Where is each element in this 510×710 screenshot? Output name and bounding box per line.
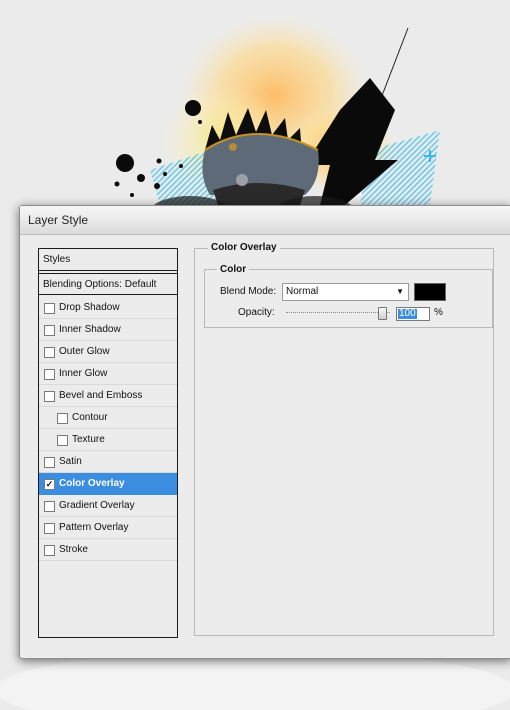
style-item-inner-glow[interactable]: Inner Glow (39, 363, 177, 385)
opacity-slider-thumb[interactable] (378, 307, 387, 320)
style-item-drop-shadow[interactable]: Drop Shadow (39, 297, 177, 319)
opacity-value: 100 (398, 308, 417, 319)
opacity-slider-track[interactable] (286, 312, 390, 313)
style-item-label: Drop Shadow (59, 302, 120, 313)
overlay-color-swatch[interactable] (414, 283, 446, 301)
checkbox[interactable] (57, 435, 68, 446)
checkbox[interactable] (57, 413, 68, 424)
style-item-label: Texture (72, 434, 105, 445)
style-item-gradient-overlay[interactable]: Gradient Overlay (39, 495, 177, 517)
checkbox[interactable] (44, 303, 55, 314)
checkbox[interactable]: ✓ (44, 479, 55, 490)
dialog-title: Layer Style (28, 213, 89, 227)
style-item-label: Satin (59, 456, 82, 467)
blend-mode-value: Normal (286, 286, 319, 297)
checkbox[interactable] (44, 347, 55, 358)
blend-mode-select[interactable]: Normal ▼ (282, 283, 409, 301)
style-item-inner-shadow[interactable]: Inner Shadow (39, 319, 177, 341)
checkbox[interactable] (44, 457, 55, 468)
section-title: Color Overlay (208, 242, 280, 253)
style-item-contour[interactable]: Contour (39, 407, 177, 429)
opacity-unit: % (434, 307, 443, 318)
blend-mode-label: Blend Mode: (220, 286, 277, 297)
style-item-satin[interactable]: Satin (39, 451, 177, 473)
layer-style-dialog: Layer Style Styles Blending Options: Def… (19, 205, 510, 659)
styles-header[interactable]: Styles (39, 249, 177, 271)
opacity-input[interactable]: 100 (396, 307, 430, 321)
style-item-label: Inner Glow (59, 368, 108, 379)
style-item-label: Stroke (59, 544, 88, 555)
checkbox[interactable] (44, 501, 55, 512)
style-item-label: Pattern Overlay (59, 522, 129, 533)
style-item-label: Contour (72, 412, 108, 423)
opacity-label: Opacity: (238, 307, 275, 318)
style-item-outer-glow[interactable]: Outer Glow (39, 341, 177, 363)
styles-list: Styles Blending Options: Default Drop Sh… (38, 248, 178, 638)
style-item-label: Outer Glow (59, 346, 110, 357)
checkbox[interactable] (44, 325, 55, 336)
chevron-down-icon: ▼ (396, 287, 404, 296)
blending-options-header[interactable]: Blending Options: Default (39, 273, 177, 295)
style-item-label: Bevel and Emboss (59, 390, 143, 401)
style-item-color-overlay[interactable]: ✓ Color Overlay (39, 473, 177, 495)
checkbox[interactable] (44, 369, 55, 380)
style-item-texture[interactable]: Texture (39, 429, 177, 451)
style-item-bevel-and-emboss[interactable]: Bevel and Emboss (39, 385, 177, 407)
style-item-pattern-overlay[interactable]: Pattern Overlay (39, 517, 177, 539)
checkbox[interactable] (44, 523, 55, 534)
style-item-label: Color Overlay (59, 478, 125, 489)
style-item-label: Gradient Overlay (59, 500, 135, 511)
color-group-title: Color (217, 264, 250, 275)
dialog-titlebar[interactable]: Layer Style (20, 206, 510, 235)
style-item-stroke[interactable]: Stroke (39, 539, 177, 561)
style-item-label: Inner Shadow (59, 324, 121, 335)
checkbox[interactable] (44, 545, 55, 556)
checkbox[interactable] (44, 391, 55, 402)
